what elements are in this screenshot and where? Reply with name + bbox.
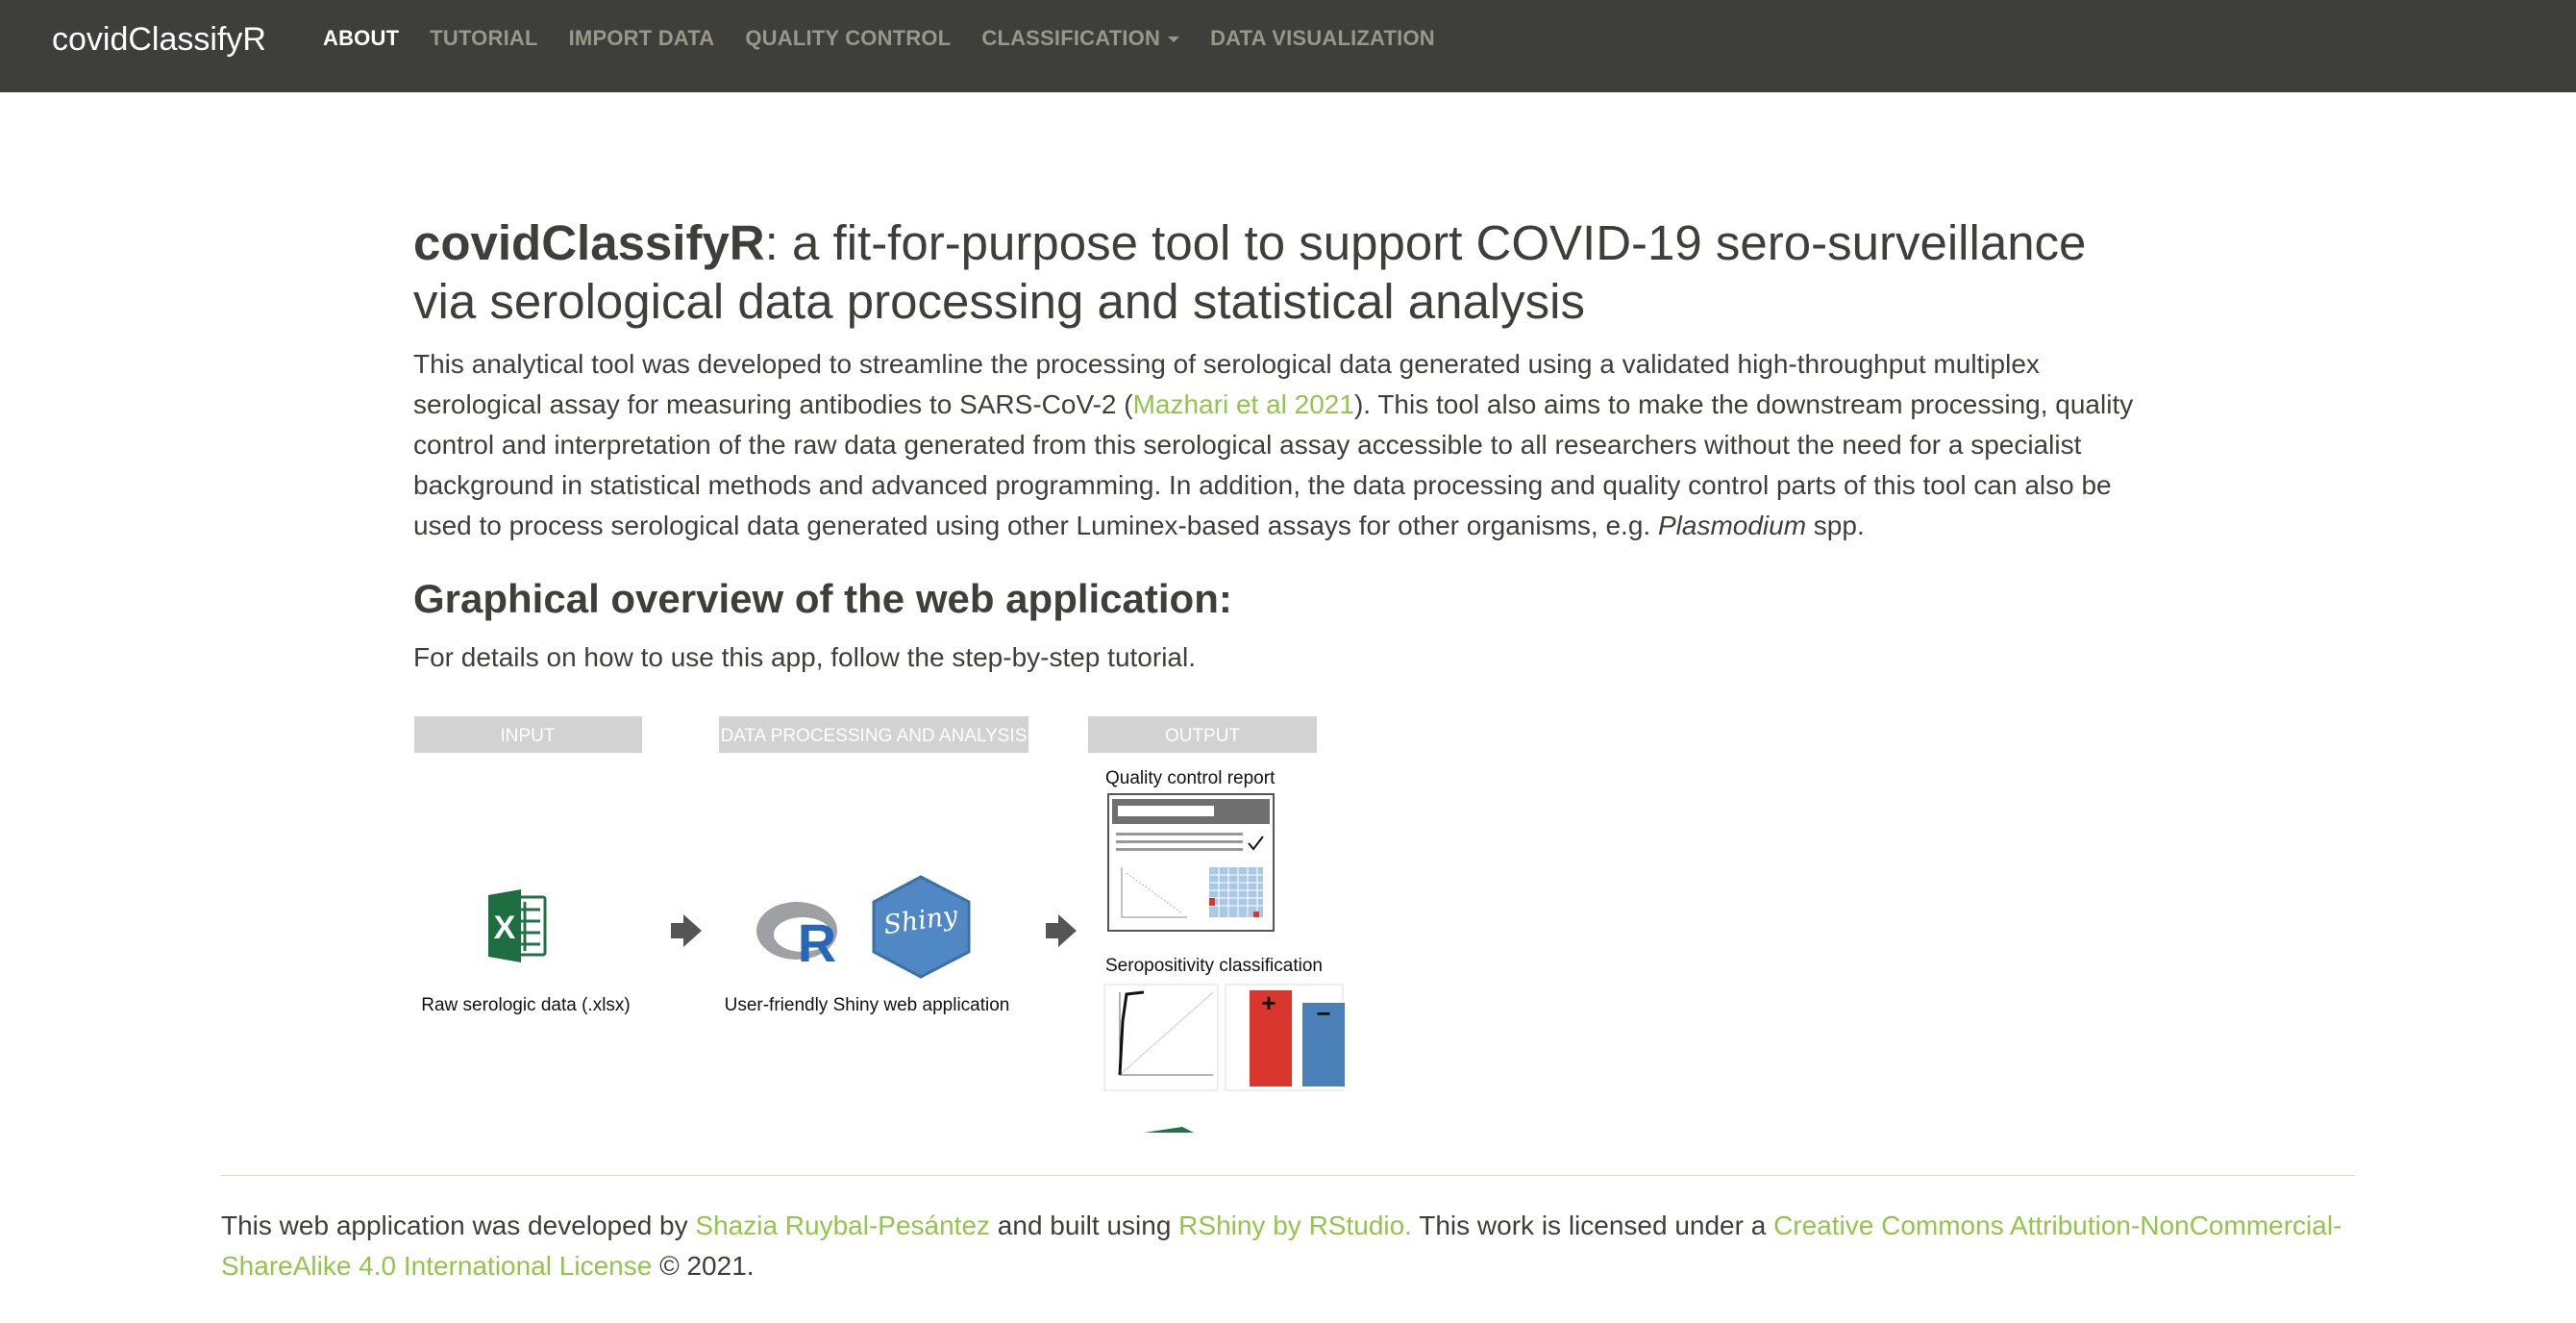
brand-logo-text[interactable]: covidClassifyR — [52, 21, 266, 59]
excel-icon-letter: X — [494, 910, 516, 946]
page-title: covidClassifyR: a fit-for-purpose tool t… — [413, 213, 2143, 331]
footer-divider — [221, 1175, 2355, 1176]
output-header-label: OUTPUT — [1165, 726, 1241, 746]
nav-item-classification[interactable]: CLASSIFICATION — [981, 26, 1180, 51]
footer-text-2: and built using — [990, 1211, 1179, 1240]
nav-item-tutorial[interactable]: TUTORIAL — [430, 26, 537, 51]
main-content: covidClassifyR: a fit-for-purpose tool t… — [413, 213, 2143, 677]
overview-heading: Graphical overview of the web applicatio… — [413, 576, 1232, 621]
classification-bar-thumbnail: + − — [1225, 984, 1345, 1091]
qc-report-thumbnail — [1107, 793, 1275, 932]
caret-down-icon — [1168, 37, 1180, 43]
footer-text-3: This work is licensed under a — [1411, 1211, 1774, 1240]
shiny-logo-icon: Shiny — [872, 875, 971, 979]
nav-item-data-visualization[interactable]: DATA VISUALIZATION — [1210, 26, 1435, 51]
arrow-right-icon — [1046, 914, 1077, 947]
nav-menu: ABOUT TUTORIAL IMPORT DATA QUALITY CONTR… — [323, 0, 1466, 77]
input-caption: Raw serologic data (.xlsx) — [421, 995, 631, 1015]
input-header-label: INPUT — [501, 726, 556, 746]
author-link[interactable]: Shazia Ruybal-Pesántez — [695, 1211, 990, 1240]
nav-item-import-data[interactable]: IMPORT DATA — [569, 26, 715, 51]
mazhari-link[interactable]: Mazhari et al 2021 — [1133, 389, 1354, 419]
plus-sign: + — [1261, 988, 1276, 1017]
nav-item-quality-control[interactable]: QUALITY CONTROL — [745, 26, 951, 51]
intro-italic: Plasmodium — [1657, 511, 1807, 540]
sero-label: Seropositivity classification — [1105, 956, 1323, 976]
rshiny-link[interactable]: RShiny by RStudio. — [1178, 1211, 1412, 1240]
overview-text: For details on how to use this app, foll… — [413, 642, 1196, 672]
excel-icon: X — [488, 889, 547, 962]
overview-figure: INPUT DATA PROCESSING AND ANALYSIS OUTPU… — [414, 716, 1345, 1133]
footer-text-1: This web application was developed by — [221, 1211, 696, 1240]
page-title-bold: covidClassifyR — [413, 215, 765, 270]
roc-curve-thumbnail — [1103, 984, 1219, 1091]
r-logo-icon: R — [756, 902, 837, 973]
nav-item-about[interactable]: ABOUT — [323, 26, 399, 51]
nav-item-classification-label: CLASSIFICATION — [981, 26, 1161, 50]
arrow-right-icon — [671, 914, 702, 947]
qc-report-label: Quality control report — [1105, 768, 1276, 788]
navbar: covidClassifyR ABOUT TUTORIAL IMPORT DAT… — [0, 0, 2576, 92]
r-logo-letter: R — [798, 912, 836, 973]
figure-cutoff-shape — [1144, 1127, 1194, 1133]
processing-header-label: DATA PROCESSING AND ANALYSIS — [721, 726, 1028, 746]
intro-text-3: spp. — [1806, 511, 1865, 540]
minus-sign: − — [1316, 999, 1330, 1028]
intro-paragraph: This analytical tool was developed to st… — [413, 344, 2143, 546]
footer: This web application was developed by Sh… — [221, 1206, 2355, 1286]
footer-text-4: © 2021. — [652, 1251, 755, 1281]
processing-caption: User-friendly Shiny web application — [725, 995, 1010, 1015]
